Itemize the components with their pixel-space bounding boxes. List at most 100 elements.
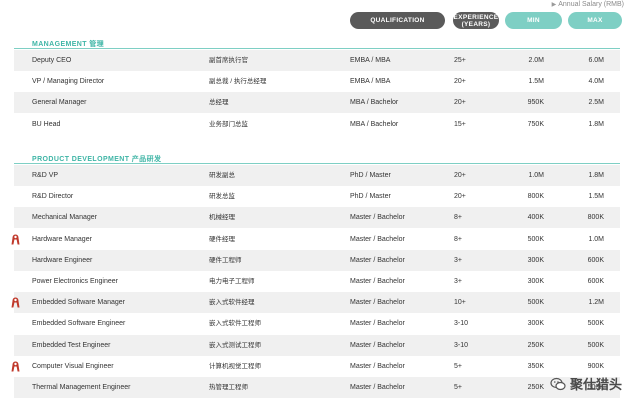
- table-row: BU Head 业务部门总监 MBA / Bachelor 15+ 750K 1.8M: [14, 114, 620, 135]
- experience-header: EXPERIENCE (YEARS): [453, 12, 499, 29]
- experience-cell: 8+: [454, 235, 462, 243]
- job-title-zh: 电力电子工程师: [209, 278, 255, 285]
- job-title-en: General Manager: [32, 99, 87, 107]
- job-title-zh: 热管理工程师: [209, 384, 248, 391]
- table-row: Power Electronics Engineer 电力电子工程师 Master …: [14, 271, 620, 292]
- min-salary-cell: 400K: [527, 214, 544, 222]
- qualification-cell: Master / Bachelor: [350, 235, 405, 243]
- max-salary-cell: 2.5M: [588, 99, 604, 107]
- experience-cell: 20+: [454, 193, 466, 201]
- qualification-cell: Master / Bachelor: [350, 362, 405, 370]
- table-row: General Manager 总经理 MBA / Bachelor 20+ 950K 2…: [14, 92, 620, 114]
- min-salary-cell: 300K: [527, 278, 544, 285]
- salary-note: ▶ Annual Salary (RMB): [551, 1, 624, 8]
- qualification-cell: Master / Bachelor: [350, 256, 405, 264]
- job-title-zh: 嵌入式测试工程师: [209, 341, 261, 349]
- job-title-en: Embedded Software Manager: [32, 299, 125, 307]
- qualification-cell: EMBA / MBA: [350, 57, 391, 64]
- job-title-en: R&D VP: [32, 172, 59, 179]
- min-salary-cell: 300K: [527, 320, 544, 328]
- max-salary-cell: 6.0M: [588, 57, 604, 64]
- job-title-en: Mechanical Manager: [32, 214, 97, 222]
- table-row: Hardware Engineer 硬件工程师 Master / Bachelor 3…: [14, 249, 620, 271]
- min-salary-cell: 1.5M: [528, 78, 544, 86]
- qualification-cell: Master / Bachelor: [350, 214, 405, 222]
- table-row: R&D VP 研发副总 PhD / Master 20+ 1.0M 1.8M: [14, 165, 620, 186]
- job-title-en: Embedded Test Engineer: [32, 341, 111, 349]
- table-row: R&D Director 研发总监 PhD / Master 20+ 800K 1.5M: [14, 186, 620, 207]
- job-title-zh: 硬件经理: [209, 235, 235, 243]
- min-salary-cell: 500K: [527, 299, 544, 307]
- qualification-cell: Master / Bachelor: [350, 320, 405, 328]
- table-row: Mechanical Manager 机械经理 Master / Bachelor 8…: [14, 207, 620, 229]
- section-divider: [14, 48, 620, 49]
- min-salary-cell: 2.0M: [528, 57, 544, 64]
- job-title-en: Embedded Software Engineer: [32, 320, 126, 328]
- max-salary-cell: 500K: [587, 341, 604, 349]
- max-salary-cell: 500K: [587, 320, 604, 328]
- qualification-cell: PhD / Master: [350, 172, 391, 179]
- max-salary-cell: 800K: [587, 214, 604, 222]
- person-flag-icon: [11, 361, 20, 372]
- max-salary-cell: 1.8M: [588, 120, 604, 128]
- table-row: Hardware Manager 硬件经理 Master / Bachelor 8+ 5…: [11, 229, 620, 250]
- experience-cell: 5+: [454, 362, 462, 370]
- min-salary-cell: 750K: [527, 120, 544, 128]
- max-salary-cell: 1.2M: [588, 299, 604, 307]
- qualification-cell: EMBA / MBA: [350, 78, 391, 86]
- experience-cell: 8+: [454, 214, 462, 222]
- table-row: Thermal Management Engineer 热管理工程师 Master …: [14, 377, 620, 398]
- experience-cell: 3-10: [454, 320, 469, 328]
- person-flag-icon: [11, 297, 20, 308]
- job-title-en: VP / Managing Director: [32, 78, 105, 86]
- job-title-zh: 副总裁 / 执行总经理: [209, 78, 267, 86]
- job-title-zh: 计算机视觉工程师: [209, 362, 261, 370]
- min-header: MIN: [505, 12, 562, 29]
- table-row: Embedded Software Engineer 嵌入式软件工程师 Master…: [14, 313, 620, 334]
- job-title-en: Hardware Engineer: [32, 256, 93, 264]
- max-salary-cell: 1.0M: [588, 235, 604, 243]
- qualification-cell: Master / Bachelor: [350, 341, 405, 349]
- qualification-cell: MBA / Bachelor: [350, 99, 399, 107]
- qualification-header: QUALIFICATION: [350, 12, 445, 29]
- max-salary-cell: 1.8M: [588, 172, 604, 179]
- job-title-en: Computer Visual Engineer: [32, 362, 114, 370]
- job-title-en: Hardware Manager: [32, 235, 92, 243]
- job-title-zh: 硬件工程师: [209, 256, 242, 264]
- max-salary-cell: 600K: [587, 278, 604, 285]
- experience-cell: 20+: [454, 99, 466, 107]
- job-title-zh: 总经理: [209, 99, 229, 107]
- qualification-cell: Master / Bachelor: [350, 384, 405, 391]
- min-salary-cell: 950K: [527, 99, 544, 107]
- person-flag-icon: [11, 234, 20, 245]
- triangle-icon: ▶: [551, 2, 557, 8]
- section-divider: [14, 163, 620, 164]
- max-salary-cell: 600K: [587, 256, 604, 264]
- experience-cell: 3+: [454, 278, 462, 285]
- qualification-cell: MBA / Bachelor: [350, 120, 399, 128]
- experience-cell: 10+: [454, 299, 466, 307]
- job-title-en: Power Electronics Engineer: [32, 278, 118, 285]
- wechat-icon: [550, 377, 566, 390]
- job-title-en: Deputy CEO: [32, 57, 72, 64]
- table-row: Embedded Test Engineer 嵌入式测试工程师 Master / B…: [14, 334, 620, 356]
- job-title-zh: 研发副总: [209, 172, 235, 179]
- min-salary-cell: 1.0M: [528, 172, 544, 179]
- max-header: MAX: [568, 12, 622, 29]
- experience-cell: 5+: [454, 384, 462, 391]
- job-title-zh: 研发总监: [209, 193, 235, 201]
- qualification-cell: Master / Bachelor: [350, 299, 405, 307]
- job-title-zh: 嵌入式软件工程师: [209, 320, 261, 328]
- qualification-cell: PhD / Master: [350, 193, 391, 201]
- min-salary-cell: 350K: [527, 362, 544, 370]
- min-salary-cell: 800K: [527, 193, 544, 201]
- max-salary-cell: 1.5M: [588, 193, 604, 201]
- watermark: 聚仕猎头: [550, 374, 622, 393]
- experience-cell: 3-10: [454, 341, 469, 349]
- job-title-zh: 嵌入式软件经理: [209, 299, 255, 307]
- min-salary-cell: 250K: [527, 384, 544, 391]
- experience-cell: 20+: [454, 172, 466, 179]
- job-title-zh: 机械经理: [209, 214, 235, 222]
- experience-cell: 25+: [454, 57, 466, 64]
- min-salary-cell: 500K: [527, 235, 544, 243]
